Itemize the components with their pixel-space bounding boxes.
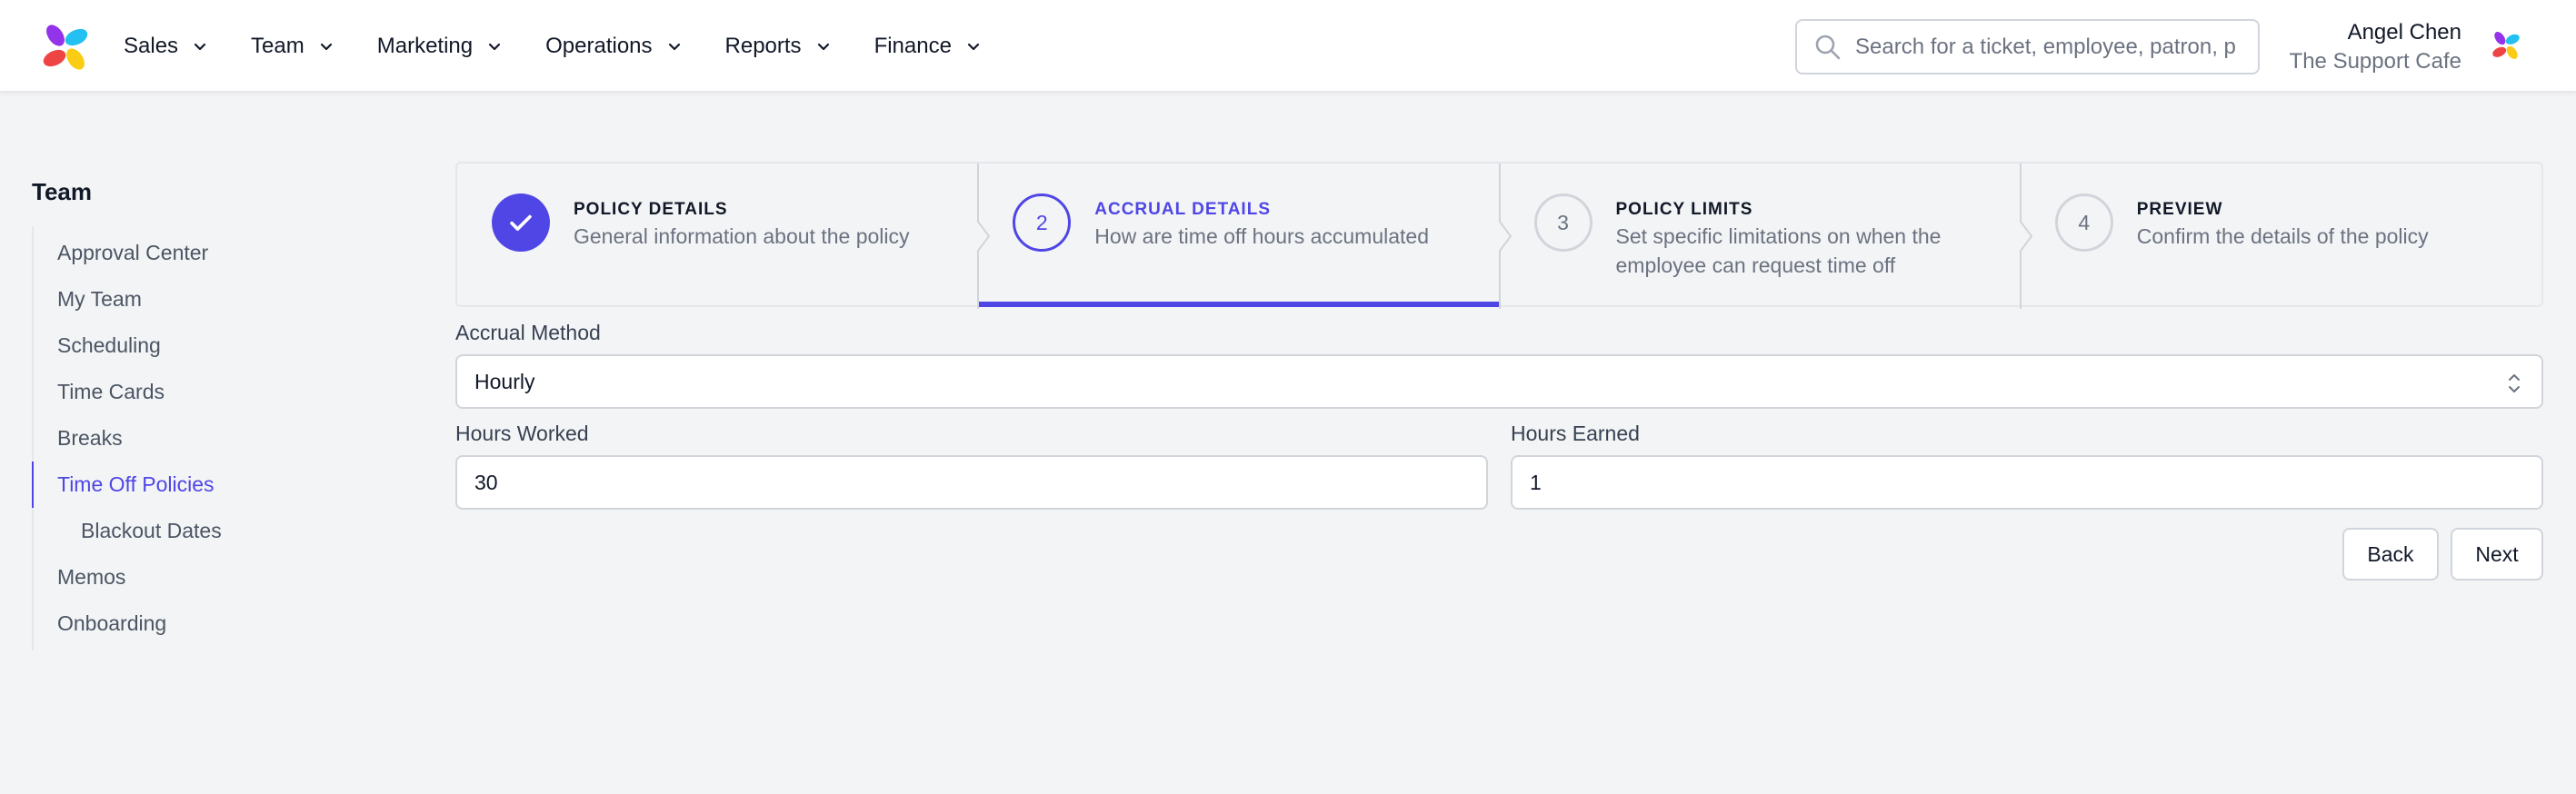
hours-worked-label: Hours Worked xyxy=(455,422,589,445)
step-preview[interactable]: 4 PREVIEW Confirm the details of the pol… xyxy=(2021,164,2541,305)
step-separator xyxy=(1498,164,1512,309)
check-icon xyxy=(510,214,532,231)
step-title: POLICY LIMITS xyxy=(1615,200,1753,219)
org-avatar-icon[interactable] xyxy=(2491,30,2521,61)
hours-earned-value: 1 xyxy=(1530,470,1542,494)
sidebar-list: Approval Center My Team Scheduling Time … xyxy=(32,226,395,650)
chevron-down-icon xyxy=(320,43,332,51)
accrual-method-value: Hourly xyxy=(474,369,535,393)
nav-marketing[interactable]: Marketing xyxy=(377,34,505,59)
chevron-down-icon xyxy=(194,43,206,51)
step-description: General information about the policy xyxy=(574,224,910,248)
step-number: 4 xyxy=(2054,194,2113,252)
sidebar-item-breaks[interactable]: Breaks xyxy=(32,415,395,462)
nav-operations[interactable]: Operations xyxy=(545,34,684,59)
step-description: How are time off hours accumulated xyxy=(1094,224,1430,248)
progress-stepper: POLICY DETAILS General information about… xyxy=(455,162,2543,309)
nav-label: Reports xyxy=(724,34,802,58)
nav-label: Marketing xyxy=(376,34,474,58)
nav-label: Team xyxy=(251,34,305,58)
step-separator xyxy=(2019,164,2032,309)
step-complete-indicator xyxy=(492,194,550,252)
step-title: ACCRUAL DETAILS xyxy=(1094,200,1271,219)
step-number: 2 xyxy=(1013,194,1072,252)
back-button[interactable]: Back xyxy=(2342,528,2439,581)
step-separator xyxy=(977,164,991,309)
step-policy-limits[interactable]: 3 POLICY LIMITS Set specific limitations… xyxy=(1500,164,2032,309)
main-menu: Sales Team Marketing Operations Reports … xyxy=(124,0,1024,93)
step-title: POLICY DETAILS xyxy=(574,200,728,219)
accrual-method-select[interactable]: Hourly xyxy=(455,354,2543,409)
nav-label: Operations xyxy=(545,34,653,58)
chevron-down-icon xyxy=(489,43,501,51)
user-menu[interactable]: Angel Chen The Support Cafe xyxy=(2290,18,2461,76)
top-navigation-bar: Sales Team Marketing Operations Reports … xyxy=(0,0,2576,93)
step-number: 3 xyxy=(1533,194,1593,252)
nav-reports[interactable]: Reports xyxy=(725,34,834,59)
hours-earned-input[interactable]: 1 xyxy=(1511,455,2543,510)
sidebar-title: Team xyxy=(32,178,92,205)
global-search[interactable] xyxy=(1795,19,2260,74)
search-input[interactable] xyxy=(1855,34,2255,60)
chevron-down-icon xyxy=(817,43,829,51)
sidebar-item-memos[interactable]: Memos xyxy=(32,554,395,600)
step-title: PREVIEW xyxy=(2136,200,2223,219)
user-organization: The Support Cafe xyxy=(2289,49,2461,74)
search-icon xyxy=(1815,35,1841,59)
step-description: Set specific limitations on when the emp… xyxy=(1615,224,1942,277)
sidebar: Team Approval Center My Team Scheduling … xyxy=(32,178,395,650)
nav-sales[interactable]: Sales xyxy=(124,34,211,59)
step-accrual-details[interactable]: 2 ACCRUAL DETAILS How are time off hours… xyxy=(978,164,1512,309)
hours-earned-label: Hours Earned xyxy=(1511,422,1640,445)
user-name: Angel Chen xyxy=(2347,20,2461,45)
sidebar-item-my-team[interactable]: My Team xyxy=(32,276,395,323)
sidebar-item-scheduling[interactable]: Scheduling xyxy=(32,323,395,369)
step-policy-details[interactable]: POLICY DETAILS General information about… xyxy=(457,164,991,309)
current-step-indicator xyxy=(978,302,1500,307)
step-description: Confirm the details of the policy xyxy=(2136,224,2429,248)
chevron-down-icon xyxy=(668,43,680,51)
nav-label: Finance xyxy=(874,34,952,58)
select-arrows-icon xyxy=(2509,374,2520,392)
sidebar-item-blackout-dates[interactable]: Blackout Dates xyxy=(32,508,395,554)
hours-worked-value: 30 xyxy=(474,470,498,494)
nav-label: Sales xyxy=(124,34,179,58)
sidebar-item-onboarding[interactable]: Onboarding xyxy=(32,600,395,647)
app-logo-icon[interactable] xyxy=(40,22,91,73)
nav-team[interactable]: Team xyxy=(251,34,337,59)
sidebar-item-time-cards[interactable]: Time Cards xyxy=(32,369,395,415)
sidebar-item-time-off-policies[interactable]: Time Off Policies xyxy=(32,462,395,508)
next-button[interactable]: Next xyxy=(2451,528,2543,581)
hours-worked-input[interactable]: 30 xyxy=(455,455,1488,510)
chevron-down-icon xyxy=(967,43,980,51)
accrual-method-label: Accrual Method xyxy=(455,321,601,344)
nav-finance[interactable]: Finance xyxy=(874,34,984,59)
sidebar-item-approval-center[interactable]: Approval Center xyxy=(32,230,395,276)
